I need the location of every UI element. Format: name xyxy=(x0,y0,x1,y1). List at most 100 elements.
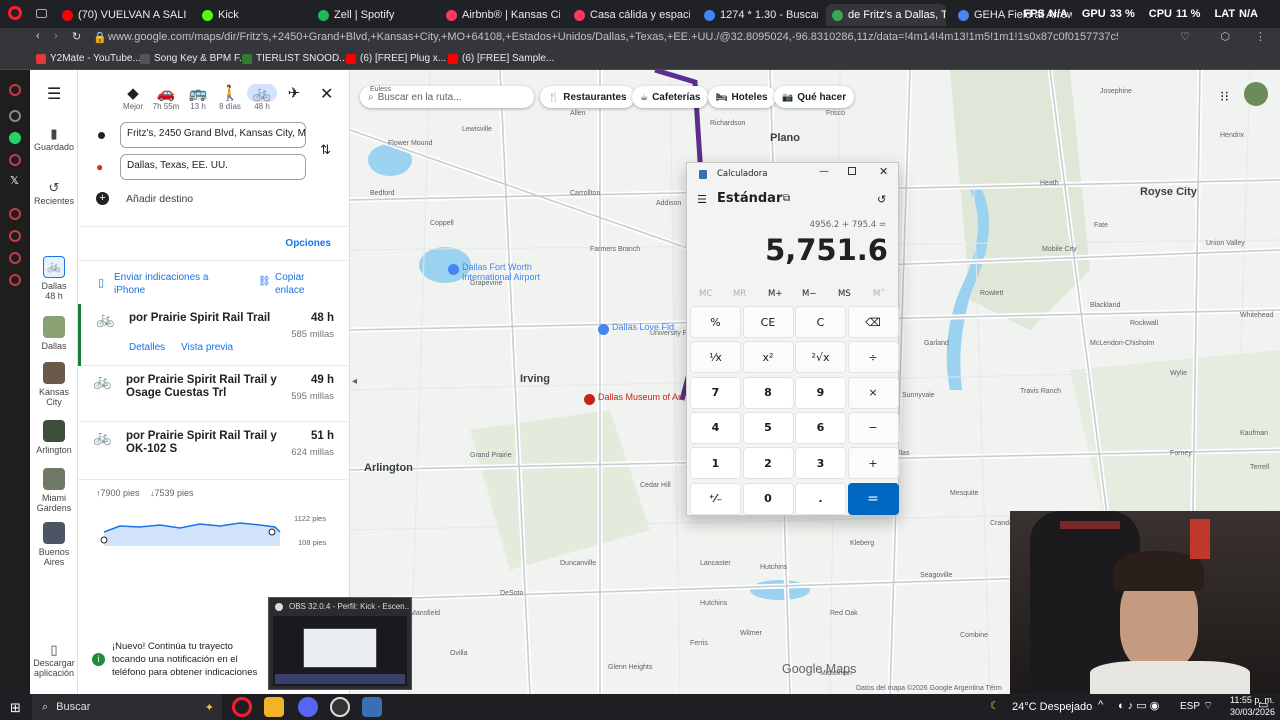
browser-tab[interactable]: Airbnb® | Kansas City: Alo xyxy=(440,4,560,26)
origin-input[interactable]: Fritz's, 2450 Grand Blvd, Kansas City, M… xyxy=(120,122,306,148)
opera-logo-icon[interactable] xyxy=(8,6,22,20)
download-icon[interactable] xyxy=(9,252,21,264)
calc-key[interactable]: = xyxy=(847,482,899,515)
calc-key[interactable]: 1 xyxy=(690,447,741,480)
map-place-label[interactable]: Josephine xyxy=(1100,88,1132,96)
recent-place-item[interactable]: 🚲 Dallas 48 h xyxy=(30,256,78,301)
route-option[interactable]: 🚲 por Prairie Spirit Rail Trail y Osage C… xyxy=(78,366,350,422)
heart-icon[interactable] xyxy=(9,208,21,220)
memory-button[interactable]: M+ xyxy=(768,289,782,299)
calc-key[interactable]: 4 xyxy=(690,411,741,444)
browser-tab[interactable]: Casa cálida y espaciosa p xyxy=(568,4,690,26)
opera-taskbar-icon[interactable] xyxy=(232,697,252,717)
travel-mode-5[interactable]: ✈ xyxy=(279,84,309,102)
calc-key[interactable]: × xyxy=(847,376,899,409)
history-icon[interactable] xyxy=(9,230,21,242)
memory-button[interactable]: MR xyxy=(733,289,746,299)
map-place-label[interactable]: Blackland xyxy=(1090,302,1120,310)
travel-mode-1[interactable]: 🚗 7h 55m xyxy=(151,84,181,111)
map-place-label[interactable]: Travis Ranch xyxy=(1020,388,1061,396)
whatsapp-icon[interactable] xyxy=(9,132,21,144)
map-place-label[interactable]: Sunnyvale xyxy=(902,392,935,400)
calc-key[interactable]: ²√x xyxy=(795,341,846,374)
map-place-label[interactable]: Heath xyxy=(1040,180,1059,188)
close-icon[interactable]: ✕ xyxy=(879,165,888,178)
instagram-icon[interactable] xyxy=(9,154,21,166)
memory-button[interactable]: M− xyxy=(802,289,816,299)
browser-tab[interactable]: Zell | Spotify xyxy=(312,4,432,26)
calc-key[interactable]: ⌫ xyxy=(847,306,899,338)
calc-key[interactable]: x² xyxy=(742,341,794,374)
map-place-label[interactable]: Wilmer xyxy=(740,630,762,638)
map-place-label[interactable]: Irving xyxy=(520,373,550,385)
bookmark-item[interactable]: TIERLIST SNOOD... xyxy=(242,53,348,64)
calc-key[interactable]: 6 xyxy=(795,411,846,444)
calc-key[interactable]: − xyxy=(847,411,899,444)
collapse-panel-icon[interactable]: ◂ xyxy=(352,376,357,387)
travel-mode-0[interactable]: ◆ Mejor xyxy=(118,84,148,111)
map-place-label[interactable]: Forney xyxy=(1170,450,1192,458)
weather-text[interactable]: 24°C Despejado xyxy=(1012,701,1092,713)
language-indicator[interactable]: ESP xyxy=(1180,701,1200,712)
browser-tab[interactable]: de Fritz's a Dallas, Texas, xyxy=(826,4,946,26)
apps-grid-icon[interactable]: ⁝⁝ xyxy=(1220,88,1229,105)
map-place-label[interactable]: Lewisville xyxy=(462,126,492,134)
x-icon[interactable]: 𝕏 xyxy=(10,174,19,187)
recent-place-item[interactable]: Arlington xyxy=(30,420,78,455)
map-place-label[interactable]: Kleberg xyxy=(850,540,874,548)
destination-input[interactable]: Dallas, Texas, EE. UU. xyxy=(120,154,306,180)
poi-label[interactable]: Dallas Museum of Art xyxy=(598,392,684,402)
map-place-label[interactable]: Farmers Branch xyxy=(590,246,640,254)
poi-pin-icon[interactable] xyxy=(448,264,459,275)
map-place-label[interactable]: Glenn Heights xyxy=(608,664,652,672)
download-app-button[interactable]: ▯ Descargar aplicación xyxy=(30,642,78,678)
map-place-label[interactable]: Lancaster xyxy=(700,560,731,568)
copy-link-button[interactable]: Copiar enlace xyxy=(275,271,325,297)
map-place-label[interactable]: Ferris xyxy=(690,640,708,648)
map-place-label[interactable]: Richardson xyxy=(710,120,745,128)
tray-icons[interactable]: ◐ ♪ ▭ ◉ xyxy=(1118,699,1159,712)
memory-button[interactable]: MS xyxy=(838,289,851,299)
calc-key[interactable]: ⁺⁄₋ xyxy=(690,482,741,515)
calc-key[interactable]: ¹⁄x xyxy=(690,341,741,374)
map-place-label[interactable]: Mesquite xyxy=(950,490,978,498)
travel-mode-2[interactable]: 🚌 13 h xyxy=(183,84,213,111)
recent-place-item[interactable]: Miami Gardens xyxy=(30,468,78,513)
map-place-label[interactable]: Mobile City xyxy=(1042,246,1077,254)
reload-icon[interactable]: ↻ xyxy=(72,30,81,43)
map-place-label[interactable]: Ovilla xyxy=(450,650,468,658)
network-icon[interactable]: ⌔ xyxy=(1203,699,1213,713)
map-filter-chip[interactable]: 🍴 Restaurantes xyxy=(540,86,635,108)
recent-place-item[interactable]: Kansas City xyxy=(30,362,78,407)
calc-key[interactable]: 9 xyxy=(795,376,846,409)
settings-icon[interactable] xyxy=(9,274,21,286)
recent-place-item[interactable]: Buenos Aires xyxy=(30,522,78,567)
avatar[interactable] xyxy=(1244,82,1268,106)
extensions-icon[interactable]: ⬡ xyxy=(1220,30,1230,43)
map-place-label[interactable]: Coppell xyxy=(430,220,454,228)
map-place-label[interactable]: Addison xyxy=(656,200,681,208)
tray-chevron-icon[interactable]: ^ xyxy=(1098,699,1103,711)
memory-button[interactable]: MC xyxy=(699,289,712,299)
calc-key[interactable]: C xyxy=(795,306,846,338)
map-place-label[interactable]: Frisco xyxy=(826,110,845,118)
swap-icon[interactable]: ⇅ xyxy=(320,142,331,158)
poi-pin-icon[interactable] xyxy=(584,394,595,405)
discord-icon[interactable] xyxy=(298,697,318,717)
history-icon[interactable]: ↺ xyxy=(877,193,886,206)
calc-key[interactable]: 2 xyxy=(742,447,794,480)
menu-icon[interactable]: ☰ xyxy=(47,84,61,104)
close-icon[interactable]: ✕ xyxy=(320,84,333,104)
calc-key[interactable]: 0 xyxy=(742,482,794,515)
more-menu-icon[interactable]: ⋮ xyxy=(1255,30,1266,43)
map-place-label[interactable]: Kaufman xyxy=(1240,430,1268,438)
calculator-taskbar-icon[interactable] xyxy=(362,697,382,717)
map-place-label[interactable]: Seagoville xyxy=(920,572,952,580)
bookmark-item[interactable]: Y2Mate - YouTube... xyxy=(36,53,141,64)
tab-menu-icon[interactable] xyxy=(36,9,47,18)
back-icon[interactable]: ‹ xyxy=(36,30,40,42)
map-place-label[interactable]: Terrell xyxy=(1250,464,1269,472)
preview-link[interactable]: Vista previa xyxy=(181,342,233,353)
map-place-label[interactable]: Rowlett xyxy=(980,290,1003,298)
browser-tab[interactable]: Kick xyxy=(196,4,306,26)
